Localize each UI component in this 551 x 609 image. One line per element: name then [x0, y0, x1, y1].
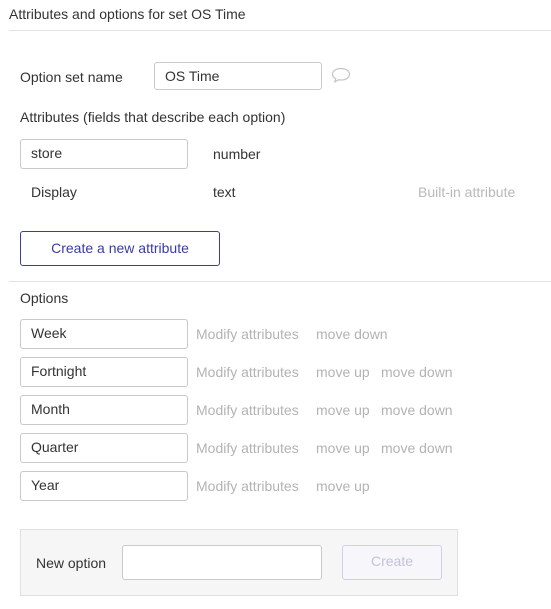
- modify-attributes-link[interactable]: Modify attributes: [196, 439, 299, 457]
- modify-attributes-link[interactable]: Modify attributes: [196, 477, 299, 495]
- create-option-button[interactable]: Create: [342, 545, 442, 580]
- new-option-label: New option: [36, 555, 107, 571]
- page-title: Attributes and options for set OS Time: [9, 6, 246, 22]
- attribute-name-builtin: Display: [31, 184, 77, 200]
- option-input[interactable]: Week: [20, 319, 188, 349]
- move-up-link[interactable]: move up: [316, 401, 370, 419]
- header-divider: [9, 30, 551, 31]
- move-down-link[interactable]: move down: [381, 439, 453, 457]
- option-input[interactable]: Month: [20, 395, 188, 425]
- attributes-heading: Attributes (fields that describe each op…: [20, 109, 286, 125]
- move-up-link[interactable]: move up: [316, 439, 370, 457]
- attribute-type: number: [213, 146, 261, 162]
- option-set-name-label: Option set name: [20, 69, 123, 85]
- options-heading: Options: [20, 290, 69, 306]
- modify-attributes-link[interactable]: Modify attributes: [196, 363, 299, 381]
- option-input[interactable]: Quarter: [20, 433, 188, 463]
- modify-attributes-link[interactable]: Modify attributes: [196, 401, 299, 419]
- move-down-link[interactable]: move down: [316, 325, 388, 343]
- attribute-type: text: [213, 184, 236, 200]
- move-down-link[interactable]: move down: [381, 363, 453, 381]
- option-set-name-input[interactable]: OS Time: [154, 62, 322, 90]
- section-divider: [9, 281, 551, 282]
- attribute-name-input[interactable]: store: [20, 139, 188, 169]
- builtin-attribute-note: Built-in attribute: [418, 184, 516, 200]
- option-input[interactable]: Fortnight: [20, 357, 188, 387]
- create-attribute-button[interactable]: Create a new attribute: [20, 231, 220, 266]
- option-input[interactable]: Year: [20, 471, 188, 501]
- new-option-input[interactable]: [122, 545, 322, 580]
- move-down-link[interactable]: move down: [381, 401, 453, 419]
- move-up-link[interactable]: move up: [316, 363, 370, 381]
- move-up-link[interactable]: move up: [316, 477, 370, 495]
- modify-attributes-link[interactable]: Modify attributes: [196, 325, 299, 343]
- comment-icon[interactable]: [331, 67, 351, 88]
